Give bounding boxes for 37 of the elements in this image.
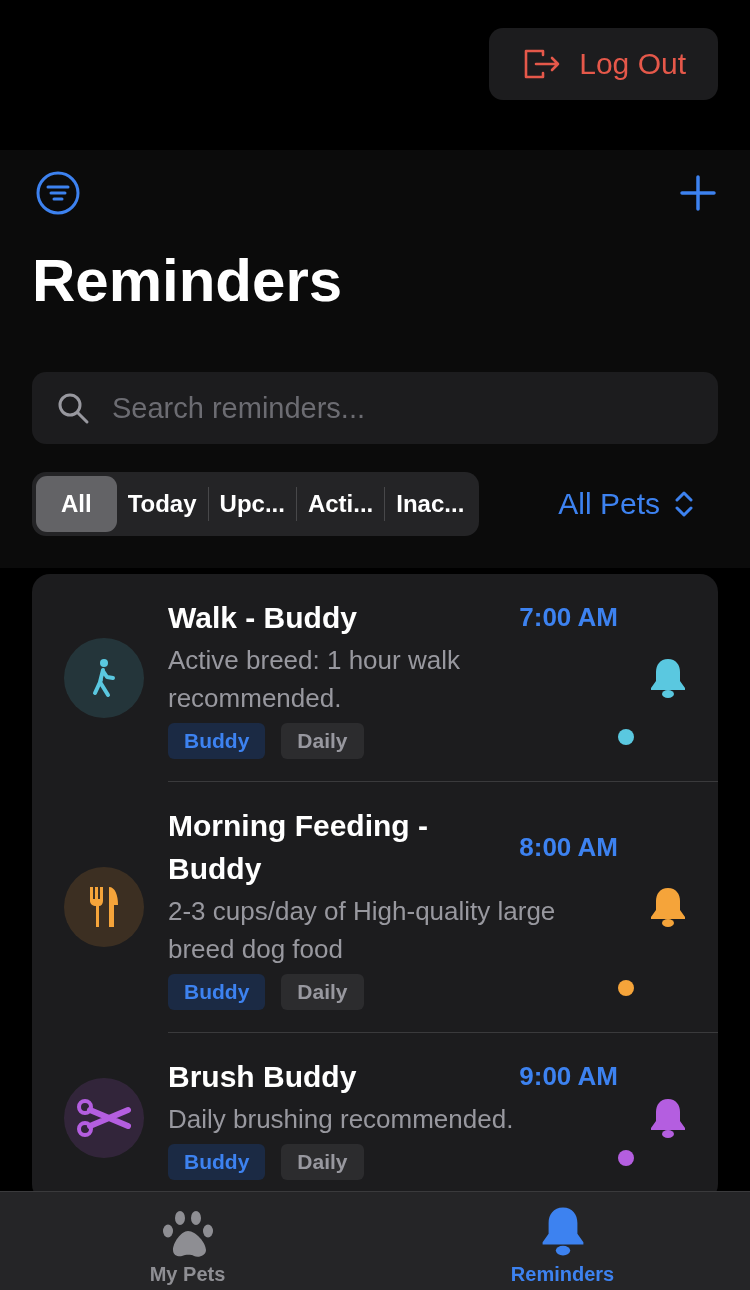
search-field[interactable]: Search reminders...	[32, 372, 718, 444]
reminder-title: Walk - Buddy	[168, 600, 357, 636]
tag: Daily	[281, 723, 364, 759]
reminder-note: Daily brushing recommended.	[168, 1103, 515, 1136]
page-title: Reminders	[32, 246, 344, 316]
bell-icon[interactable]	[648, 1096, 688, 1139]
reminder-time: 9:00 AM	[519, 1060, 618, 1093]
tab-bar-item[interactable]: Reminders	[375, 1192, 750, 1290]
segment-tab[interactable]: Inac...	[385, 476, 476, 532]
tag: Daily	[281, 1144, 364, 1180]
tag: Buddy	[168, 1144, 266, 1180]
scissors-icon	[76, 1097, 132, 1138]
tag: Buddy	[168, 974, 266, 1010]
search-icon	[56, 391, 90, 425]
filter-icon[interactable]	[35, 170, 81, 216]
reminder-note: Active breed: 1 hour walk recommended.	[168, 644, 461, 715]
chevron-updown-icon	[674, 490, 694, 518]
add-icon[interactable]	[680, 175, 716, 211]
segment-tab[interactable]: Upc...	[208, 476, 296, 532]
segment-tab[interactable]: All	[36, 476, 117, 532]
segment-tab[interactable]: Today	[116, 476, 208, 532]
segment-tab[interactable]: Acti...	[296, 476, 385, 532]
reminder-time: 7:00 AM	[519, 601, 618, 634]
bell-icon[interactable]	[648, 886, 688, 928]
tag: Daily	[281, 974, 364, 1010]
reminder-title: Brush Buddy	[168, 1059, 357, 1095]
fork-knife-icon	[87, 885, 121, 929]
pet-filter-button[interactable]: All Pets	[558, 487, 718, 521]
reminder-time: 8:00 AM	[519, 830, 618, 864]
paw-icon	[161, 1209, 214, 1259]
reminder-title: Morning Feeding - Buddy	[168, 808, 429, 887]
tag: Buddy	[168, 723, 266, 759]
tab-bar-item[interactable]: My Pets	[0, 1192, 375, 1290]
log-out-button[interactable]: Log Out	[489, 28, 718, 100]
reminder-note: 2-3 cups/day of High-quality large breed dog food	[168, 895, 557, 966]
bell-icon[interactable]	[648, 656, 688, 699]
log-out-icon	[523, 47, 562, 81]
